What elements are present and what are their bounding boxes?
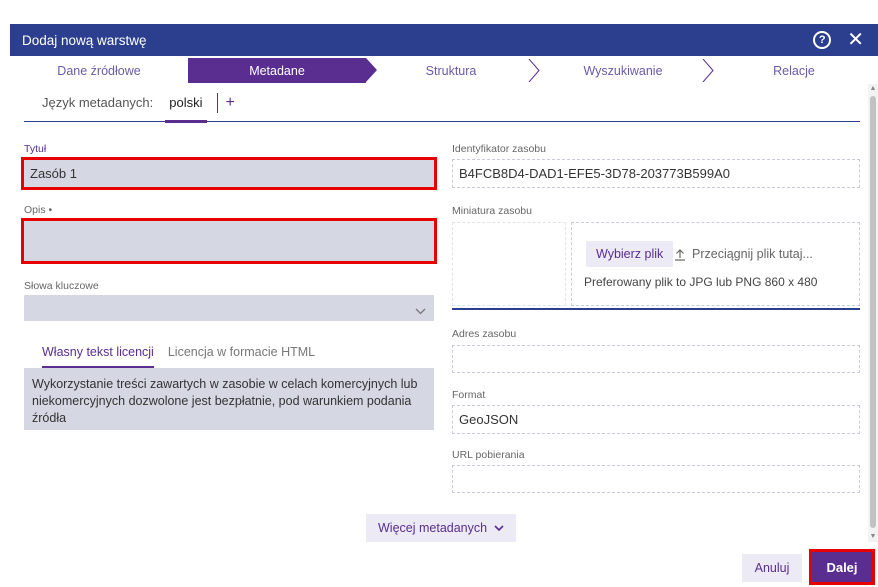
title-label: Tytuł — [24, 143, 47, 155]
cancel-button[interactable]: Anuluj — [742, 554, 802, 582]
format-label: Format — [452, 389, 486, 401]
upload-icon — [674, 248, 686, 261]
format-input[interactable]: GeoJSON — [452, 405, 860, 434]
step-label: Relacje — [773, 63, 815, 78]
thumbnail-preview — [452, 222, 566, 306]
address-label: Adres zasobu — [452, 328, 517, 340]
metadata-language-label: Język metadanych: — [42, 95, 154, 110]
wizard-steps: Dane źródłowe Metadane Struktura Wyszuki… — [10, 58, 878, 83]
chevron-down-icon — [494, 524, 504, 532]
step-structure[interactable]: Struktura — [366, 58, 540, 83]
step-metadata[interactable]: Metadane — [188, 58, 377, 83]
download-url-label: URL pobierania — [452, 449, 525, 461]
step-label: Dane źródłowe — [57, 63, 141, 78]
more-metadata-button[interactable]: Więcej metadanych — [366, 514, 517, 542]
keywords-label: Słowa kluczowe — [24, 280, 99, 292]
identifier-field[interactable]: B4FCB8D4-DAD1-EFE5-3D78-203773B599A0 — [452, 159, 860, 188]
dialog: Dodaj nową warstwę ? ✕ Dane źródłowe Met… — [0, 0, 878, 587]
scroll-down-icon[interactable]: ▼ — [869, 533, 877, 541]
language-tab-polish[interactable]: polski — [165, 84, 207, 123]
description-input[interactable] — [21, 218, 437, 264]
download-url-input[interactable] — [452, 465, 860, 493]
step-label: Metadane — [249, 63, 305, 78]
add-language-button[interactable]: + — [226, 94, 235, 112]
file-upload-area[interactable]: Wybierz plik Przeciągnij plik tutaj... P… — [571, 222, 860, 306]
scroll-up-icon[interactable]: ▲ — [869, 85, 877, 93]
title-input[interactable]: Zasób 1 — [21, 157, 437, 190]
step-search[interactable]: Wyszukiwanie — [536, 58, 714, 83]
license-tabs: Własny tekst licencji Licencja w formaci… — [24, 336, 434, 368]
dialog-titlebar: Dodaj nową warstwę ? ✕ — [10, 24, 878, 56]
next-button[interactable]: Dalej — [809, 549, 875, 585]
preferred-format-text: Preferowany plik to JPG lub PNG 860 x 48… — [584, 275, 818, 289]
close-icon[interactable]: ✕ — [847, 30, 864, 50]
thumbnail-label: Miniatura zasobu — [452, 205, 532, 217]
license-text[interactable]: Wykorzystanie treści zawartych w zasobie… — [24, 368, 434, 430]
tab-html-license[interactable]: Licencja w formacie HTML — [168, 336, 315, 368]
dialog-title: Dodaj nową warstwę — [22, 32, 147, 48]
chevron-down-icon — [415, 303, 426, 318]
choose-file-button[interactable]: Wybierz plik — [586, 241, 674, 267]
step-label: Struktura — [425, 63, 477, 78]
keywords-select[interactable] — [24, 295, 434, 321]
divider — [452, 308, 860, 310]
scrollbar[interactable]: ▲ ▼ — [868, 84, 878, 542]
step-relations[interactable]: Relacje — [710, 58, 878, 83]
metadata-language-bar: Język metadanych: polski + — [24, 84, 860, 123]
scrollbar-thumb[interactable] — [870, 96, 876, 528]
identifier-label: Identyfikator zasobu — [452, 143, 546, 155]
step-source-data[interactable]: Dane źródłowe — [10, 58, 192, 83]
tab-custom-license[interactable]: Własny tekst licencji — [42, 336, 154, 368]
step-label: Wyszukiwanie — [583, 63, 663, 78]
drag-text: Przeciągnij plik tutaj... — [692, 247, 813, 261]
more-metadata-label: Więcej metadanych — [378, 521, 488, 535]
divider — [216, 92, 218, 113]
address-input[interactable] — [452, 345, 860, 373]
drag-hint: Przeciągnij plik tutaj... — [674, 241, 813, 267]
help-icon[interactable]: ? — [813, 31, 832, 49]
description-label: Opis • — [24, 204, 53, 216]
